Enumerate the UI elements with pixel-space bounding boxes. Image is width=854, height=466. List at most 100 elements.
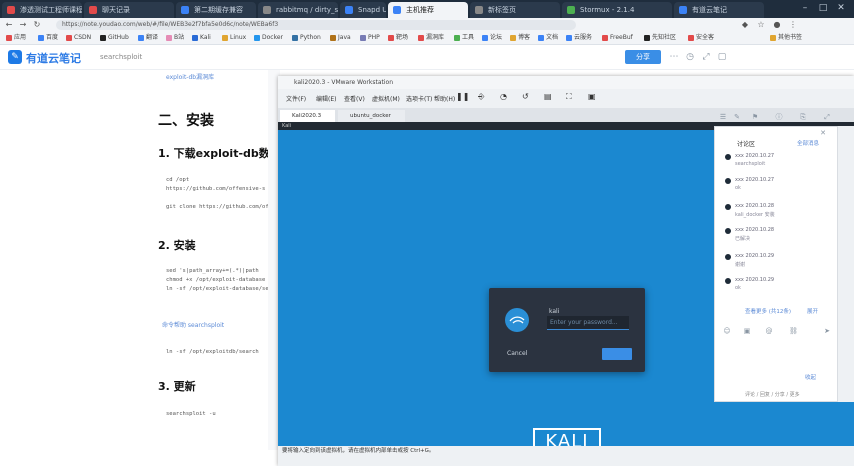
bookmark[interactable]: Python: [292, 33, 321, 43]
star-icon[interactable]: ☆: [756, 20, 766, 30]
password-input[interactable]: Enter your password...: [547, 316, 629, 330]
bookmark[interactable]: 工具: [454, 33, 474, 43]
comment-row[interactable]: xxx 2020.10.28 kali_docker 安装: [725, 203, 829, 218]
browser-tab[interactable]: 新标签页: [470, 2, 560, 18]
info-icon[interactable]: ⓘ: [775, 113, 783, 121]
share-button[interactable]: 分享: [625, 50, 661, 64]
panel-filter-link[interactable]: 全部消息: [797, 139, 819, 147]
extension-icon[interactable]: ◆: [740, 20, 750, 30]
menu-icon[interactable]: ⋮: [788, 20, 798, 30]
browser-tab[interactable]: 渗透测试工程师课程: [2, 2, 82, 18]
bookmark[interactable]: PHP: [360, 33, 380, 43]
close-panel-icon[interactable]: ✕: [819, 129, 827, 137]
history-icon[interactable]: ◷: [684, 51, 696, 63]
profile-icon[interactable]: ●: [772, 20, 782, 30]
app-name[interactable]: 有道云笔记: [26, 50, 81, 66]
snapshot-icon[interactable]: ◔: [500, 92, 507, 101]
note-heading-install: 二、安装: [158, 113, 214, 129]
note-link[interactable]: exploit-db漏洞库: [166, 72, 214, 81]
fullscreen-vm-icon[interactable]: ⛶: [566, 92, 572, 102]
browser-tab[interactable]: 有道云笔记: [674, 2, 764, 18]
browser-tab[interactable]: Snapd Ubu: [340, 2, 386, 18]
close-icon[interactable]: ✕: [836, 3, 846, 13]
pin-icon[interactable]: ✎: [733, 113, 741, 121]
vm-menu-item[interactable]: 编辑(E): [316, 94, 336, 103]
comment-row[interactable]: xxx 2020.10.29 谢谢: [725, 253, 829, 268]
tag-icon[interactable]: ⚑: [751, 113, 759, 121]
reload-icon[interactable]: ↻: [32, 20, 42, 30]
browser-tab[interactable]: 聊天记录: [84, 2, 174, 18]
avatar: [725, 154, 731, 160]
maximize-icon[interactable]: □: [818, 3, 828, 13]
expand-icon[interactable]: ⤢: [823, 113, 831, 121]
bookmark-other[interactable]: 其他书签: [770, 33, 802, 43]
image-icon[interactable]: ▣: [743, 327, 751, 335]
bookmark[interactable]: CSDN: [66, 33, 91, 43]
comment-text: ok: [735, 185, 741, 191]
comment-row[interactable]: xxx 2020.10.27 searchsploit: [725, 153, 829, 167]
comment-text: 谢谢: [735, 262, 746, 268]
manage-icon[interactable]: ▤: [544, 92, 552, 101]
bookmark[interactable]: GitHub: [100, 33, 129, 43]
pause-icon[interactable]: ❚❚: [456, 92, 469, 101]
emoji-icon[interactable]: ☺: [723, 327, 731, 335]
comment-row[interactable]: xxx 2020.10.27 ok: [725, 177, 829, 191]
browser-tab[interactable]: rabbitmq / dirty_soc: [258, 2, 338, 18]
send-icon[interactable]: ➤: [823, 327, 831, 335]
vm-menu-item[interactable]: 查看(V): [344, 94, 365, 103]
kali-logo: KALI: [533, 428, 601, 446]
comment-icon[interactable]: ▢: [716, 51, 728, 63]
collapse-link[interactable]: 收起: [805, 373, 816, 381]
address-bar: ← → ↻ https://note.youdao.com/web/#/file…: [0, 18, 854, 32]
vm-tab-kali[interactable]: Kali2020.3: [280, 110, 336, 122]
bookmark[interactable]: 漏洞库: [418, 33, 444, 43]
minimize-icon[interactable]: –: [800, 3, 810, 13]
view-more-link[interactable]: 查看更多 (共12条): [745, 307, 791, 315]
expand-link[interactable]: 展开: [807, 307, 818, 315]
unity-icon[interactable]: ▣: [588, 92, 596, 101]
bookmark[interactable]: B站: [166, 33, 184, 43]
bookmark[interactable]: 博客: [510, 33, 530, 43]
cancel-button[interactable]: Cancel: [507, 350, 527, 357]
bookmark[interactable]: 先知社区: [644, 33, 676, 43]
bookmark[interactable]: 百度: [38, 33, 58, 43]
browser-tab-active[interactable]: 主机推荐: [388, 2, 468, 18]
comment-row[interactable]: xxx 2020.10.28 已解决: [725, 227, 829, 242]
vm-menu-item[interactable]: 选项卡(T): [406, 94, 432, 103]
app-logo-icon[interactable]: ✎: [8, 50, 22, 64]
note-link[interactable]: 命令帮助 searchsploit: [162, 320, 224, 329]
vm-menu-item[interactable]: 文件(F): [286, 94, 306, 103]
bookmark[interactable]: 文档: [538, 33, 558, 43]
url-field[interactable]: https://note.youdao.com/web/#/file/WEB3e…: [56, 20, 576, 30]
bookmark[interactable]: Kali: [192, 33, 211, 43]
bookmark[interactable]: Docker: [254, 33, 283, 43]
at-icon[interactable]: @: [765, 327, 773, 335]
more-icon[interactable]: ⋯: [668, 51, 680, 63]
vm-tab-ubuntu[interactable]: ubuntu_docker: [338, 110, 405, 122]
bookmark[interactable]: 翻译: [138, 33, 158, 43]
back-icon[interactable]: ←: [4, 20, 14, 30]
vm-menu-item[interactable]: 虚拟机(M): [372, 94, 400, 103]
bookmark[interactable]: 论坛: [482, 33, 502, 43]
restore-icon[interactable]: ↺: [522, 92, 529, 101]
link-icon[interactable]: ⛓: [789, 327, 798, 335]
comment-author: xxx 2020.10.29: [735, 277, 775, 283]
note-code-block: sed 's|path_array+=(.*)|path chmod +x /o…: [166, 268, 272, 292]
bookmark[interactable]: Java: [330, 33, 351, 43]
unlock-button[interactable]: [602, 348, 632, 360]
fullscreen-icon[interactable]: ⤢: [700, 51, 712, 63]
bookmark[interactable]: 安全客: [688, 33, 714, 43]
browser-tab[interactable]: Stormux - 2.1.4: [562, 2, 672, 18]
browser-tab[interactable]: 第二期缓存兼容: [176, 2, 256, 18]
send-keys-icon[interactable]: ⎆: [478, 92, 484, 102]
clip-icon[interactable]: ⎘: [799, 113, 807, 121]
comment-row[interactable]: xxx 2020.10.29 ok: [725, 277, 829, 291]
bookmark[interactable]: 云服务: [566, 33, 592, 43]
forward-icon[interactable]: →: [18, 20, 28, 30]
bookmark[interactable]: FreeBuf: [602, 33, 633, 43]
outline-icon[interactable]: ☰: [719, 113, 727, 121]
bookmark[interactable]: 应用: [6, 33, 26, 43]
vm-menu-item[interactable]: 帮助(H): [434, 94, 455, 103]
bookmark[interactable]: 靶场: [388, 33, 408, 43]
bookmark[interactable]: Linux: [222, 33, 246, 43]
